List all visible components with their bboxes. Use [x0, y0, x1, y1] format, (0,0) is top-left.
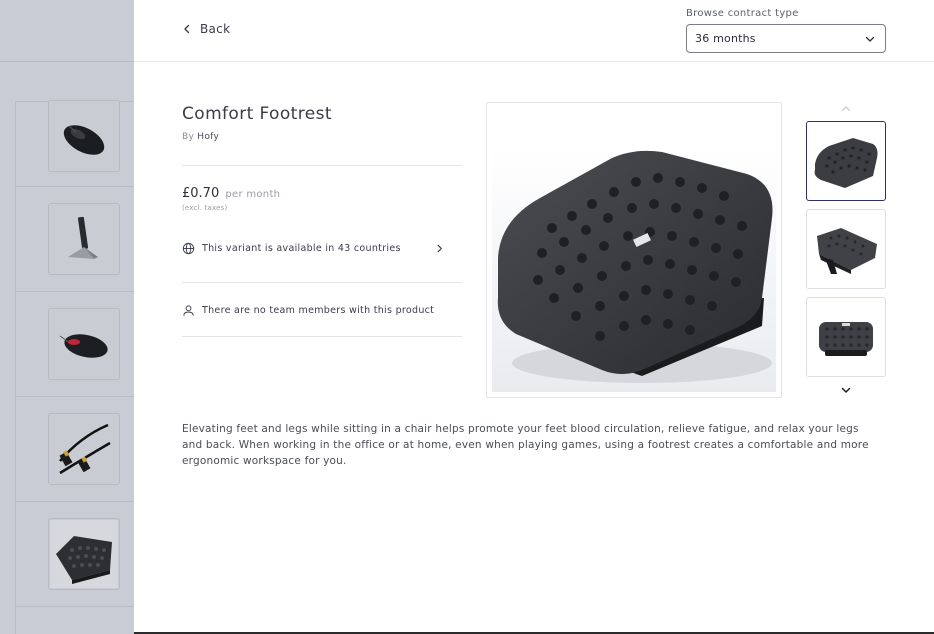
list-item — [15, 502, 134, 607]
availability-text: This variant is available in 43 countrie… — [202, 242, 401, 254]
background-header — [0, 0, 134, 62]
contract-type-label: Browse contract type — [686, 8, 799, 19]
list-item — [15, 100, 134, 187]
chevron-up-icon — [841, 106, 851, 112]
divider — [182, 165, 462, 166]
mouse-red-black-image — [48, 308, 120, 380]
by-prefix: By — [182, 132, 195, 142]
price-period: per month — [225, 189, 281, 200]
team-members-text: There are no team members with this prod… — [202, 304, 435, 316]
hdmi-cable-image — [48, 413, 120, 485]
list-item — [15, 397, 134, 502]
thumbnails-scroll-down-button[interactable] — [838, 384, 854, 396]
product-brand-line: By Hofy — [182, 132, 219, 142]
thumbnail-2[interactable] — [806, 209, 886, 289]
chevron-right-icon — [437, 244, 442, 252]
background-product-list — [0, 0, 134, 634]
user-icon — [183, 304, 194, 316]
globe-icon — [182, 242, 195, 254]
availability-row[interactable]: This variant is available in 43 countrie… — [182, 240, 444, 256]
drawer-header: Back Browse contract type 36 months — [134, 0, 934, 62]
footrest-front-thumbnail — [811, 302, 881, 372]
tax-note: (excl. taxes) — [182, 204, 228, 212]
contract-type-value: 36 months — [695, 32, 756, 45]
main-product-image — [486, 102, 782, 398]
product-detail-drawer: Back Browse contract type 36 months Comf… — [134, 0, 934, 634]
back-button[interactable]: Back — [182, 20, 230, 38]
contract-type-select[interactable]: 36 months — [686, 24, 886, 53]
footrest-angle-thumbnail — [811, 126, 881, 196]
footrest-image — [492, 148, 776, 392]
thumbnail-1[interactable] — [806, 121, 886, 201]
back-label: Back — [200, 22, 231, 36]
divider — [182, 282, 462, 283]
mouse-black-image — [48, 100, 120, 172]
price-amount: £0.70 — [182, 186, 220, 201]
thumbnail-3[interactable] — [806, 297, 886, 377]
footrest-side-thumbnail — [811, 214, 881, 284]
product-description: Elevating feet and legs while sitting in… — [182, 423, 869, 467]
chevron-down-icon — [865, 36, 875, 42]
list-item — [15, 187, 134, 292]
chevron-left-icon — [184, 24, 190, 34]
thumbnails-scroll-up-button[interactable] — [838, 103, 854, 115]
product-title: Comfort Footrest — [182, 104, 332, 124]
team-members-row: There are no team members with this prod… — [182, 302, 444, 318]
product-price: £0.70 per month — [182, 186, 280, 201]
laptop-stand-image — [48, 203, 120, 275]
chevron-down-icon — [841, 387, 851, 393]
footrest-small-image — [48, 518, 120, 590]
product-brand: Hofy — [197, 132, 220, 142]
divider — [182, 336, 462, 337]
list-item — [15, 292, 134, 397]
